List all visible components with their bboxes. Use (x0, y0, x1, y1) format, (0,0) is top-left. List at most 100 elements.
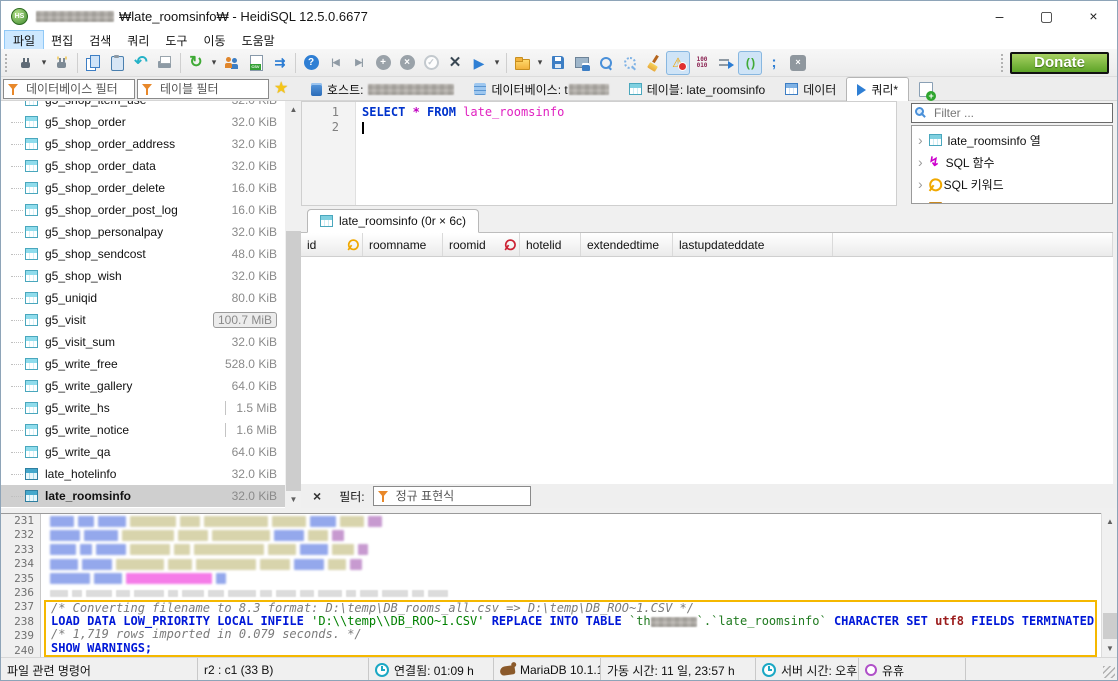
table-row[interactable]: g5_uniqid 80.0 KiB (1, 287, 301, 309)
helper-item-3[interactable]: › (912, 195, 1112, 203)
add-row-button[interactable]: + (371, 51, 395, 75)
refresh-dropdown-icon[interactable] (208, 51, 220, 75)
export-csv-button[interactable] (244, 51, 268, 75)
table-row[interactable]: g5_visit_sum 32.0 KiB (1, 331, 301, 353)
tab-query[interactable]: 쿼리* (846, 77, 910, 101)
undo-button[interactable]: ↶ (129, 51, 153, 75)
help-button[interactable] (299, 51, 323, 75)
menu-item-6[interactable]: 도움말 (234, 31, 283, 49)
tab-host[interactable]: 호스트: (301, 77, 464, 101)
indent-button[interactable] (714, 51, 738, 75)
column-header-extendedtime[interactable]: extendedtime (581, 233, 673, 256)
close-filter-icon[interactable]: × (313, 488, 321, 504)
run-query-button[interactable]: ▶ (467, 51, 491, 75)
close-button[interactable]: × (1070, 1, 1117, 31)
stop-button[interactable]: ✕ (443, 51, 467, 75)
bulk-insert-button[interactable]: ⇉ (268, 51, 292, 75)
maximize-button[interactable]: ▢ (1023, 1, 1070, 31)
column-header-id[interactable]: id (301, 233, 363, 256)
resize-grip[interactable] (1103, 666, 1115, 678)
table-row[interactable]: g5_write_gallery 64.0 KiB (1, 375, 301, 397)
new-query-tab-button[interactable] (909, 77, 943, 101)
disconnect-button[interactable] (50, 51, 74, 75)
error-filter-button[interactable]: ⚠ (666, 50, 690, 75)
cancel-row-button[interactable]: × (395, 51, 419, 75)
table-row[interactable]: g5_shop_order_address 32.0 KiB (1, 133, 301, 155)
user-manager-button[interactable] (220, 51, 244, 75)
table-row[interactable]: late_roomsinfo 32.0 KiB (1, 485, 301, 507)
table-row[interactable]: g5_write_free 528.0 KiB (1, 353, 301, 375)
table-row[interactable]: g5_shop_order_data 32.0 KiB (1, 155, 301, 177)
column-header-roomname[interactable]: roomname (363, 233, 443, 256)
tree-scrollbar[interactable]: ▲ ▼ (285, 101, 302, 508)
table-row[interactable]: g5_shop_item_use32.0 KiB (1, 101, 301, 111)
table-row[interactable]: g5_shop_sendcost 48.0 KiB (1, 243, 301, 265)
table-row[interactable]: late_hotelinfo 32.0 KiB (1, 463, 301, 485)
table-row[interactable]: g5_shop_order 32.0 KiB (1, 111, 301, 133)
helper-item-2[interactable]: › SQL 키워드 (912, 173, 1112, 195)
scroll-down-icon[interactable]: ▼ (1102, 640, 1117, 657)
favorites-star-icon[interactable]: ★ (274, 78, 288, 98)
database-filter-input[interactable] (3, 79, 135, 99)
menu-item-5[interactable]: 이동 (195, 31, 233, 49)
sql-editor[interactable]: 12 SELECT * FROM late_roomsinfo (301, 101, 897, 206)
helpers-filter-input[interactable] (911, 103, 1113, 123)
expand-icon[interactable]: › (918, 177, 923, 191)
paste-button[interactable] (105, 51, 129, 75)
tab-database[interactable]: 데이터베이스: t (464, 77, 618, 101)
tab-data[interactable]: 데이터 (775, 77, 846, 101)
table-row[interactable]: g5_write_qa 64.0 KiB (1, 441, 301, 463)
connect-dropdown-icon[interactable] (38, 51, 50, 75)
save-as-button[interactable] (570, 51, 594, 75)
goto-first-button[interactable]: |◀ (323, 51, 347, 75)
editor-code[interactable]: SELECT * FROM late_roomsinfo (356, 102, 896, 205)
table-row[interactable]: g5_shop_personalpay 32.0 KiB (1, 221, 301, 243)
table-row[interactable]: g5_shop_order_delete 16.0 KiB (1, 177, 301, 199)
helper-item-0[interactable]: › late_roomsinfo 열 (912, 129, 1112, 151)
table-row[interactable]: g5_write_hs 1.5 MiB (1, 397, 301, 419)
menu-item-1[interactable]: 편집 (43, 31, 81, 49)
toolbar-grip-right[interactable] (1001, 53, 1006, 72)
scroll-up-icon[interactable]: ▲ (1102, 513, 1117, 530)
scroll-up-icon[interactable]: ▲ (285, 101, 302, 118)
clean-button[interactable] (642, 51, 666, 75)
table-row[interactable]: g5_shop_wish 32.0 KiB (1, 265, 301, 287)
replace-button[interactable] (618, 51, 642, 75)
find-button[interactable] (594, 51, 618, 75)
post-row-button[interactable]: ✓ (419, 51, 443, 75)
minimize-button[interactable]: – (976, 1, 1023, 31)
expand-icon[interactable]: › (918, 133, 923, 147)
refresh-button[interactable]: ↻ (184, 51, 208, 75)
result-grid[interactable] (301, 257, 1113, 484)
print-button[interactable] (153, 51, 177, 75)
result-tab[interactable]: late_roomsinfo (0r × 6c) (307, 209, 480, 233)
binary-view-button[interactable]: 100 010 (690, 51, 714, 75)
table-row[interactable]: g5_write_notice 1.6 MiB (1, 419, 301, 441)
goto-last-button[interactable]: ▶| (347, 51, 371, 75)
menu-item-2[interactable]: 검색 (81, 31, 119, 49)
donate-button[interactable]: Donate (1010, 51, 1109, 74)
copy-button[interactable] (81, 51, 105, 75)
column-header-hotelid[interactable]: hotelid (520, 233, 581, 256)
table-row[interactable]: g5_shop_order_post_log 16.0 KiB (1, 199, 301, 221)
menu-item-0[interactable]: 파일 (3, 30, 45, 50)
scrollbar-thumb[interactable] (1103, 613, 1117, 639)
tab-table[interactable]: 테이블: late_roomsinfo (619, 77, 776, 101)
open-dropdown-icon[interactable] (534, 51, 546, 75)
log-scrollbar[interactable]: ▲ ▼ (1101, 513, 1117, 657)
close-query-button[interactable]: × (786, 51, 810, 75)
expand-icon[interactable]: › (918, 155, 923, 169)
reformat-button[interactable]: ( ) (738, 50, 762, 75)
column-header-roomid[interactable]: roomid (443, 233, 520, 256)
toolbar-grip[interactable] (5, 53, 10, 72)
menu-item-3[interactable]: 쿼리 (119, 31, 157, 49)
column-header-lastupdateddate[interactable]: lastupdateddate (673, 233, 833, 256)
menu-item-4[interactable]: 도구 (157, 31, 195, 49)
helper-item-1[interactable]: › ↯ SQL 함수 (912, 151, 1112, 173)
table-row[interactable]: g5_visit 100.7 MiB (1, 309, 301, 331)
table-filter-input[interactable] (137, 79, 269, 99)
scroll-down-icon[interactable]: ▼ (285, 491, 302, 508)
save-button[interactable] (546, 51, 570, 75)
expand-icon[interactable]: › (918, 199, 923, 203)
open-file-button[interactable] (510, 51, 534, 75)
